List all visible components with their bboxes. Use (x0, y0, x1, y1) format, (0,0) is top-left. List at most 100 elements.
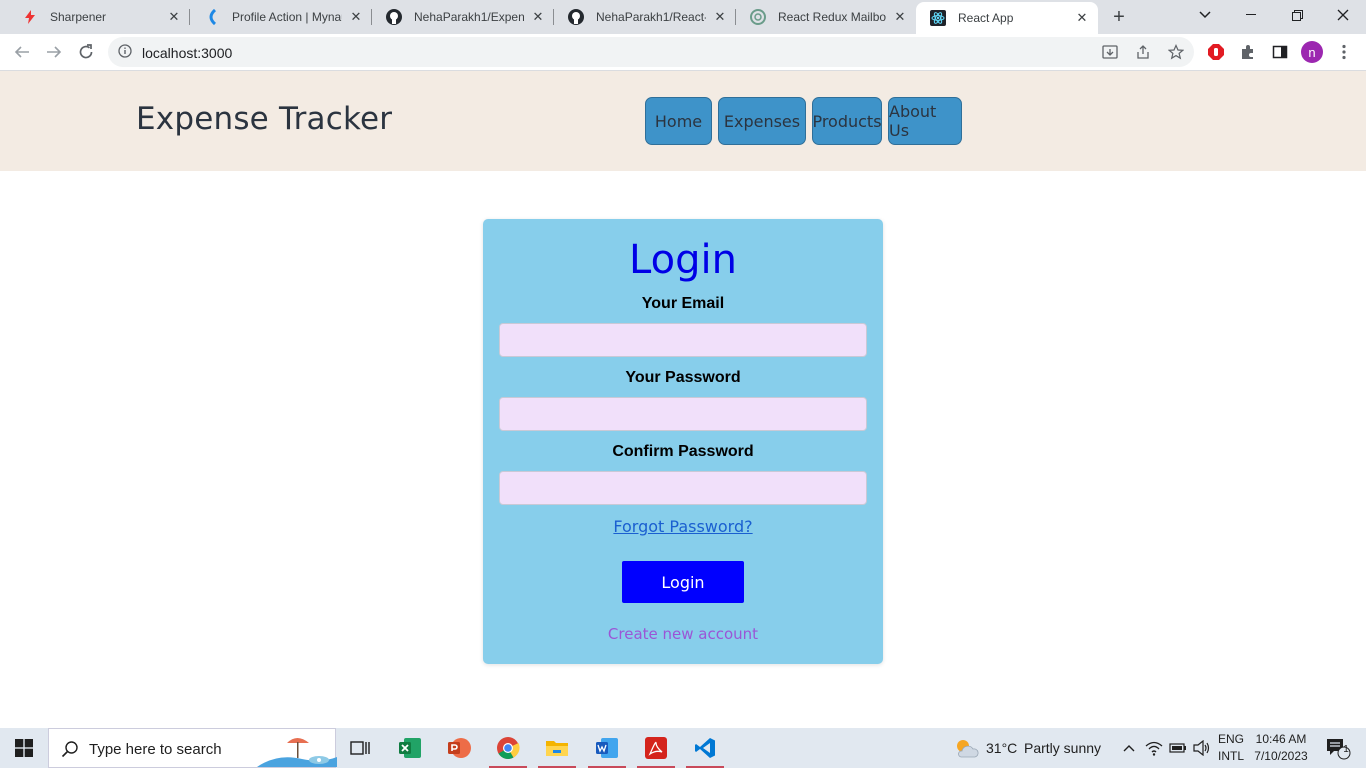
sharpener-icon (22, 9, 38, 25)
tab-mailbox[interactable]: React Redux Mailbox ✕ (736, 0, 916, 34)
close-icon (1337, 9, 1349, 21)
acrobat-icon (645, 737, 667, 759)
openai-icon (750, 9, 766, 25)
back-button[interactable] (8, 38, 36, 66)
windows-taskbar: Type here to search 31°C Partly sunny EN… (0, 728, 1366, 768)
folder-icon (546, 741, 568, 756)
chrome-icon (497, 737, 520, 759)
powerpoint-taskbar-button[interactable] (436, 728, 482, 768)
password-label: Your Password (625, 369, 741, 386)
notifications-button[interactable]: 1 (1318, 728, 1358, 768)
login-title: Login (629, 237, 737, 283)
close-tab-icon[interactable]: ✕ (348, 9, 364, 25)
keyboard-layout: INTL (1217, 749, 1244, 763)
battery-button[interactable] (1166, 728, 1190, 768)
minimize-icon (1246, 14, 1256, 15)
nav-home-button[interactable]: Home (645, 97, 712, 145)
tab-github-react[interactable]: NehaParakh1/React-w ✕ (554, 0, 736, 34)
reload-icon (79, 44, 93, 59)
start-button[interactable] (0, 728, 48, 768)
login-button[interactable]: Login (622, 561, 744, 603)
task-view-icon (350, 741, 370, 755)
extensions-puzzle-icon[interactable] (1238, 42, 1258, 62)
tab-sharpener[interactable]: Sharpener ✕ (8, 0, 190, 34)
taskbar-search-box[interactable]: Type here to search (48, 728, 337, 768)
windows-logo-icon (15, 739, 33, 757)
password-field[interactable] (499, 397, 867, 431)
word-icon (596, 738, 618, 758)
weather-button[interactable] (950, 728, 982, 768)
chevron-down-icon (1199, 11, 1211, 19)
search-placeholder: Type here to search (89, 741, 222, 758)
word-taskbar-button[interactable] (584, 728, 630, 768)
bookmark-star-icon[interactable] (1168, 44, 1184, 60)
close-window-button[interactable] (1320, 0, 1366, 30)
weather-temperature: 31°C (986, 740, 1018, 756)
file-explorer-taskbar-button[interactable] (534, 728, 580, 768)
browser-tab-strip: Sharpener ✕ Profile Action | Mynau ✕ Neh… (0, 0, 1366, 34)
forgot-password-link[interactable]: Forgot Password? (483, 517, 883, 536)
close-tab-icon[interactable]: ✕ (530, 9, 546, 25)
profile-avatar[interactable]: n (1301, 41, 1323, 63)
acrobat-taskbar-button[interactable] (633, 728, 679, 768)
email-field[interactable] (499, 323, 867, 357)
tab-title: Sharpener (50, 10, 107, 24)
volume-button[interactable] (1190, 728, 1214, 768)
browser-toolbar: localhost:3000 n (0, 34, 1366, 71)
reload-button[interactable] (72, 38, 100, 66)
show-hidden-icons-button[interactable] (1118, 728, 1140, 768)
chrome-menu-icon[interactable] (1334, 42, 1354, 62)
clock-date: 7/10/2023 (1254, 749, 1308, 763)
tab-github-expense[interactable]: NehaParakh1/Expense ✕ (372, 0, 554, 34)
close-tab-icon[interactable]: ✕ (166, 9, 182, 25)
task-view-button[interactable] (337, 728, 383, 768)
confirm-password-field[interactable] (499, 471, 867, 505)
clock-button[interactable]: 10:46 AM 7/10/2023 (1250, 732, 1312, 763)
tab-title: NehaParakh1/Expense (414, 10, 524, 24)
tab-title: React App (958, 11, 1014, 25)
nav-products-button[interactable]: Products (812, 97, 882, 145)
share-icon[interactable] (1135, 44, 1151, 60)
weather-description: Partly sunny (1024, 740, 1102, 756)
powerpoint-icon (448, 738, 471, 758)
chrome-taskbar-button[interactable] (485, 728, 531, 768)
nav-about-us-button[interactable]: About Us (888, 97, 962, 145)
tab-search-button[interactable] (1182, 0, 1228, 30)
create-account-link[interactable]: Create new account (483, 625, 883, 643)
email-label: Your Email (641, 295, 725, 312)
minimize-button[interactable] (1228, 0, 1274, 30)
close-tab-icon[interactable]: ✕ (712, 9, 728, 25)
close-tab-icon[interactable]: ✕ (1074, 10, 1090, 26)
notification-count: 1 (1343, 744, 1349, 755)
wifi-icon (1145, 741, 1163, 756)
input-language-button[interactable]: ENG INTL (1216, 732, 1246, 763)
tab-mynau[interactable]: Profile Action | Mynau ✕ (190, 0, 372, 34)
url-text: localhost:3000 (142, 45, 233, 61)
login-card: Login Your Email Your Password Confirm P… (483, 219, 883, 664)
address-bar[interactable]: localhost:3000 (108, 37, 1194, 67)
tab-react-app[interactable]: React App ✕ (916, 2, 1098, 34)
tab-title: NehaParakh1/React-w (596, 10, 706, 24)
nav-expenses-button[interactable]: Expenses (718, 97, 806, 145)
network-button[interactable] (1142, 728, 1166, 768)
install-app-icon[interactable] (1102, 44, 1118, 60)
search-highlight-beach-icon (257, 738, 337, 767)
mynau-icon (204, 9, 220, 25)
info-icon[interactable] (118, 44, 132, 58)
close-tab-icon[interactable]: ✕ (892, 9, 908, 25)
arrow-right-icon (47, 46, 62, 58)
forward-button[interactable] (40, 38, 68, 66)
github-icon (568, 9, 584, 25)
react-icon (930, 10, 946, 26)
clock-time: 10:46 AM (1255, 732, 1307, 746)
vscode-taskbar-button[interactable] (682, 728, 728, 768)
restore-button[interactable] (1274, 0, 1320, 30)
app-header: Expense Tracker Home Expenses Products A… (0, 71, 1366, 171)
new-tab-button[interactable]: + (1108, 6, 1130, 28)
search-icon (61, 741, 78, 758)
excel-taskbar-button[interactable] (387, 728, 433, 768)
side-panel-icon[interactable] (1270, 42, 1290, 62)
vscode-icon (695, 738, 715, 758)
chevron-up-icon (1123, 745, 1135, 752)
adblock-extension-icon[interactable] (1206, 42, 1226, 62)
